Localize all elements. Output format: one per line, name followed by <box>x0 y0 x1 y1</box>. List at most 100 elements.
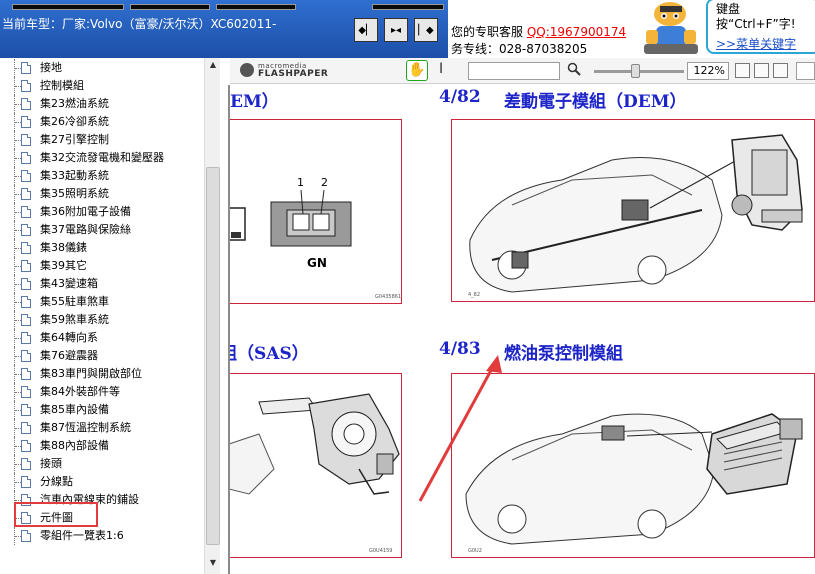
sidebar-tree-item[interactable]: 集37電路與保險絲 <box>0 221 204 239</box>
service-prefix: 您的专职客服 <box>451 25 524 39</box>
current-car-model: 当前车型：厂家:Volvo（富豪/沃尔沃）XC602011- <box>2 17 277 31</box>
sidebar-tree-item[interactable]: 分線點 <box>0 473 204 491</box>
document-viewport[interactable]: EM） 4/82 差動電子模組（DEM） 1 2 GN G0435861 4_8… <box>230 85 815 574</box>
sidebar-tree-item[interactable]: 集36附加電子設備 <box>0 203 204 221</box>
sidebar-tree-item[interactable]: 集59煞車系統 <box>0 311 204 329</box>
sidebar-tree-item[interactable]: 集55駐車煞車 <box>0 293 204 311</box>
zoom-slider-thumb[interactable] <box>631 64 640 78</box>
header-strip: 当前车型：厂家:Volvo（富豪/沃尔沃）XC602011- ◆▏ ▸◂ ▏◆ <box>0 0 448 58</box>
document-icon <box>21 260 31 272</box>
sidebar-item-label: 集87恆溫控制系統 <box>40 421 131 434</box>
search-icon[interactable] <box>567 62 581 76</box>
sidebar-item-label: 接頭 <box>40 457 62 470</box>
qq-link[interactable]: QQ:1967900174 <box>527 25 626 39</box>
search-input[interactable] <box>468 62 560 80</box>
sidebar-tree-item[interactable]: 零組件一覽表1:6 <box>0 527 204 545</box>
flashpaper-logo-icon <box>240 63 254 77</box>
sidebar-item-label: 集32交流發電機和變壓器 <box>40 151 164 164</box>
document-icon <box>21 116 31 128</box>
sidebar-item-label: 集39其它 <box>40 259 87 272</box>
sidebar-scrollbar[interactable]: ▲ ▼ <box>204 58 220 574</box>
document-icon <box>21 242 31 254</box>
sidebar-item-label: 集88內部設備 <box>40 439 109 452</box>
scroll-thumb[interactable] <box>206 167 220 545</box>
sidebar-item-label: 集36附加電子設備 <box>40 205 131 218</box>
top-tab-1[interactable] <box>12 4 124 10</box>
red-annotation-arrow-icon <box>418 355 502 502</box>
document-icon <box>21 440 31 452</box>
scroll-down-icon[interactable]: ▼ <box>205 558 221 570</box>
print-icon[interactable] <box>773 63 788 78</box>
document-icon <box>21 62 31 74</box>
sidebar-tree-item[interactable]: 集84外裝部件等 <box>0 383 204 401</box>
sidebar-item-label: 集35照明系統 <box>40 187 109 200</box>
sidebar-tree-item[interactable]: 集87恆溫控制系統 <box>0 419 204 437</box>
document-icon <box>21 134 31 146</box>
sidebar-item-label: 集33起動系統 <box>40 169 109 182</box>
sidebar-item-label: 集83車門與開啟部位 <box>40 367 142 380</box>
sidebar-tree-item[interactable]: 集33起動系統 <box>0 167 204 185</box>
sidebar-item-label: 零組件一覽表1:6 <box>40 529 124 542</box>
document-icon <box>21 386 31 398</box>
sidebar-item-label: 集55駐車煞車 <box>40 295 109 308</box>
sidebar-tree-item[interactable]: 集27引擎控制 <box>0 131 204 149</box>
sidebar-tree-item[interactable]: 集85車內設備 <box>0 401 204 419</box>
sidebar-tree-item[interactable]: 接地 <box>0 59 204 77</box>
sidebar-tree-item[interactable]: 集83車門與開啟部位 <box>0 365 204 383</box>
document-icon <box>21 152 31 164</box>
sidebar-item-label: 集76避震器 <box>40 349 98 362</box>
document-icon <box>21 332 31 344</box>
top-tab-3[interactable] <box>216 4 296 10</box>
brand-name: FLASHPAPER <box>258 69 329 79</box>
sidebar-item-label: 集26冷卻系統 <box>40 115 109 128</box>
sidebar-tree-panel: 接地 控制模組 集23燃油系統 集26冷卻系統 集27引擎控制 集32交流發電機和變壓器集… <box>0 58 220 574</box>
sidebar-tree-item[interactable]: 控制模組 <box>0 77 204 95</box>
sidebar-item-label: 集23燃油系統 <box>40 97 109 110</box>
document-icon <box>21 350 31 362</box>
first-page-icon[interactable]: ◆▏ <box>354 18 378 42</box>
text-select-icon[interactable]: I <box>439 61 443 77</box>
fit-width-icon[interactable] <box>735 63 750 78</box>
sidebar-tree-item[interactable]: 集35照明系統 <box>0 185 204 203</box>
sidebar-item-label: 接地 <box>40 61 62 74</box>
sidebar-item-label: 集59煞車系統 <box>40 313 109 326</box>
flashpaper-toolbar: macromedia FLASHPAPER ✋ I 122% <box>230 58 815 84</box>
sidebar-tree-item[interactable]: 集32交流發電機和變壓器 <box>0 149 204 167</box>
sidebar-item-label: 分線點 <box>40 475 73 488</box>
next-page-icon[interactable]: ▏◆ <box>414 18 438 42</box>
tree-view: 接地 控制模組 集23燃油系統 集26冷卻系統 集27引擎控制 集32交流發電機和變壓器集… <box>0 58 204 574</box>
flashpaper-logo-text: macromedia FLASHPAPER <box>258 62 329 79</box>
hand-tool-icon[interactable]: ✋ <box>406 60 428 81</box>
menu-keyword-link[interactable]: >>菜单关键字 <box>716 37 811 52</box>
sidebar-tree-item[interactable]: 集88內部設備 <box>0 437 204 455</box>
document-icon <box>21 278 31 290</box>
sidebar-tree-item[interactable]: 集76避震器 <box>0 347 204 365</box>
document-icon <box>21 530 31 542</box>
document-icon <box>21 206 31 218</box>
top-tab-4[interactable] <box>372 4 444 10</box>
sidebar-item-label: 集43變速箱 <box>40 277 98 290</box>
fit-page-icon[interactable] <box>754 63 769 78</box>
split-view-icon[interactable]: ▸◂ <box>384 18 408 42</box>
sidebar-tree-item[interactable]: 接頭 <box>0 455 204 473</box>
zoom-level[interactable]: 122% <box>687 62 729 80</box>
document-icon <box>21 404 31 416</box>
search-tip-bubble: 键盘按“Ctrl+F”字! >>菜单关键字 <box>706 0 815 54</box>
sidebar-tree-item[interactable]: 集38儀錶 <box>0 239 204 257</box>
customer-service-info: 您的专职客服 QQ:1967900174 务专线：028-87038205 <box>449 0 632 58</box>
page-number-field[interactable] <box>796 62 815 80</box>
top-tab-2[interactable] <box>130 4 210 10</box>
sidebar-tree-item[interactable]: 集43變速箱 <box>0 275 204 293</box>
sidebar-item-label: 集27引擎控制 <box>40 133 109 146</box>
sidebar-tree-item[interactable]: 集39其它 <box>0 257 204 275</box>
document-icon <box>21 314 31 326</box>
sidebar-tree-item[interactable]: 集26冷卻系統 <box>0 113 204 131</box>
service-hotline: 务专线：028-87038205 <box>451 42 588 56</box>
document-icon <box>21 422 31 434</box>
top-bar: 当前车型：厂家:Volvo（富豪/沃尔沃）XC602011- ◆▏ ▸◂ ▏◆ … <box>0 0 815 58</box>
sidebar-item-label: 集64轉向系 <box>40 331 98 344</box>
scroll-up-icon[interactable]: ▲ <box>205 60 221 72</box>
sidebar-tree-item[interactable]: 集64轉向系 <box>0 329 204 347</box>
sidebar-tree-item[interactable]: 集23燃油系統 <box>0 95 204 113</box>
document-icon <box>21 368 31 380</box>
